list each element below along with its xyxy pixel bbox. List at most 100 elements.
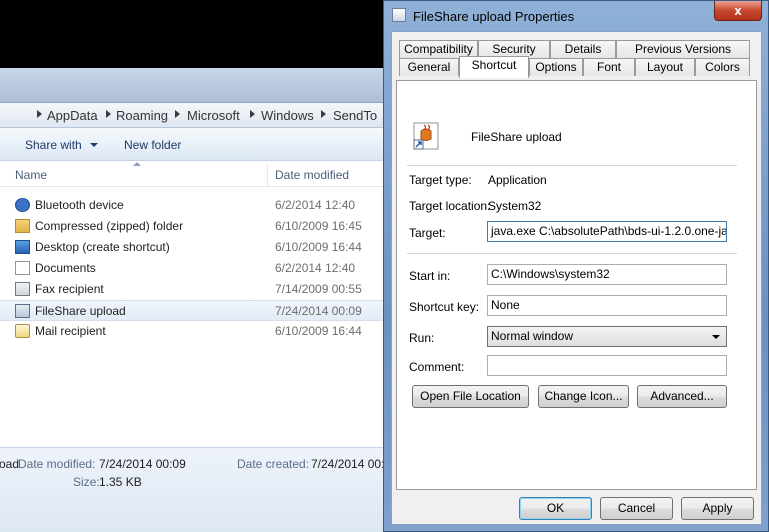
tab-details[interactable]: Details (550, 40, 616, 58)
breadcrumb-chevron-icon[interactable] (321, 110, 326, 118)
tab-general[interactable]: General (399, 58, 459, 76)
breadcrumb-sendto[interactable]: SendTo (333, 108, 377, 123)
column-header-name[interactable]: Name (15, 168, 47, 182)
file-date: 6/10/2009 16:44 (275, 324, 362, 338)
shortcut-name: FileShare upload (471, 130, 562, 144)
file-date: 7/14/2009 00:55 (275, 282, 362, 296)
apply-button[interactable]: Apply (681, 497, 754, 520)
file-date: 7/24/2014 00:09 (275, 304, 362, 318)
new-folder-button[interactable]: New folder (124, 138, 181, 152)
target-location-label: Target location: (409, 199, 491, 213)
details-type-fragment: oad (0, 457, 20, 471)
bluetooth-icon (15, 198, 30, 212)
target-type-label: Target type: (409, 173, 472, 187)
close-icon: x (734, 3, 742, 18)
sort-arrow-icon (133, 162, 141, 166)
comment-label: Comment: (409, 360, 465, 374)
command-bar: Share with New folder (0, 128, 395, 161)
tab-previous-versions[interactable]: Previous Versions (616, 40, 750, 58)
explorer-title-frame (0, 68, 395, 102)
dialog-body: Compatibility Security Details Previous … (391, 31, 762, 525)
target-label: Target: (409, 226, 446, 240)
fax-icon (15, 282, 30, 296)
file-name: FileShare upload (35, 304, 126, 318)
chevron-down-icon (90, 143, 99, 147)
run-label: Run: (409, 331, 435, 345)
breadcrumb-windows[interactable]: Windows (261, 108, 314, 123)
column-divider[interactable] (267, 164, 268, 186)
breadcrumb-chevron-icon[interactable] (250, 110, 255, 118)
ok-button[interactable]: OK (519, 497, 592, 520)
shortcut-icon (15, 304, 30, 318)
file-name: Documents (35, 261, 96, 275)
properties-dialog: FileShare upload Properties x Compatibil… (383, 0, 769, 532)
target-field[interactable]: java.exe C:\absolutePath\bds-ui-1.2.0.on… (487, 221, 727, 242)
details-size-label: Size: (73, 475, 100, 489)
file-row-bluetooth-device[interactable]: Bluetooth device 6/2/2014 12:40 (0, 195, 395, 216)
details-date-created-label: Date created: (237, 457, 310, 471)
details-date-modified-label: Date modified: (18, 457, 96, 471)
file-name: Compressed (zipped) folder (35, 219, 184, 233)
java-shortcut-icon (411, 121, 441, 151)
cancel-button[interactable]: Cancel (600, 497, 673, 520)
tab-options[interactable]: Options (529, 58, 583, 76)
change-icon-button[interactable]: Change Icon... (538, 385, 629, 408)
start-in-field[interactable]: C:\Windows\system32 (487, 264, 727, 285)
documents-icon (15, 261, 30, 275)
tab-font[interactable]: Font (583, 58, 635, 76)
start-in-label: Start in: (409, 269, 451, 283)
run-select-value: Normal window (491, 329, 574, 343)
mail-icon (15, 324, 30, 338)
dialog-title: FileShare upload Properties (413, 9, 575, 24)
separator (407, 253, 737, 254)
file-row-fax-recipient[interactable]: Fax recipient 7/14/2009 00:55 (0, 279, 395, 300)
separator (407, 165, 737, 166)
file-date: 6/2/2014 12:40 (275, 198, 356, 212)
tab-colors[interactable]: Colors (695, 58, 750, 76)
file-name: Desktop (create shortcut) (35, 240, 170, 254)
breadcrumb-roaming[interactable]: Roaming (116, 108, 168, 123)
shortcut-tab-panel: FileShare upload Target type: Applicatio… (396, 80, 757, 490)
comment-field[interactable] (487, 355, 727, 376)
details-date-modified-value: 7/24/2014 00:09 (99, 457, 186, 471)
file-name: Fax recipient (35, 282, 104, 296)
dialog-title-icon (392, 8, 406, 22)
address-bar[interactable]: AppData Roaming Microsoft Windows SendTo (0, 102, 395, 128)
run-select[interactable]: Normal window (487, 326, 727, 347)
target-type-value: Application (488, 173, 547, 187)
tab-layout[interactable]: Layout (635, 58, 695, 76)
breadcrumb-microsoft[interactable]: Microsoft (187, 108, 240, 123)
breadcrumb-chevron-icon[interactable] (175, 110, 180, 118)
chevron-down-icon (712, 335, 720, 339)
details-date-created-value: 7/24/2014 00: (311, 457, 385, 471)
file-row-mail-recipient[interactable]: Mail recipient 6/10/2009 16:44 (0, 321, 395, 342)
details-pane: oad Date modified: 7/24/2014 00:09 Date … (0, 447, 395, 532)
share-with-button[interactable]: Share with (25, 138, 99, 152)
close-button[interactable]: x (714, 1, 762, 21)
shortcut-key-field[interactable]: None (487, 295, 727, 316)
tab-shortcut[interactable]: Shortcut (459, 56, 529, 78)
file-row-documents[interactable]: Documents 6/2/2014 12:40 (0, 258, 395, 279)
column-header-date-modified[interactable]: Date modified (275, 168, 349, 182)
shortcut-key-label: Shortcut key: (409, 300, 480, 314)
breadcrumb-chevron-icon[interactable] (106, 110, 111, 118)
share-with-label: Share with (25, 138, 82, 152)
zip-folder-icon (15, 219, 30, 233)
open-file-location-button[interactable]: Open File Location (412, 385, 529, 408)
file-date: 6/2/2014 12:40 (275, 261, 356, 275)
explorer-window: AppData Roaming Microsoft Windows SendTo… (0, 68, 395, 532)
column-header-row: Name Date modified (0, 162, 395, 187)
target-location-value: System32 (488, 199, 542, 213)
desktop-icon (15, 240, 30, 254)
file-name: Mail recipient (35, 324, 106, 338)
details-size-value: 1.35 KB (99, 475, 142, 489)
breadcrumb-appdata[interactable]: AppData (47, 108, 98, 123)
file-name: Bluetooth device (35, 198, 124, 212)
file-date: 6/10/2009 16:44 (275, 240, 362, 254)
file-date: 6/10/2009 16:45 (275, 219, 362, 233)
advanced-button[interactable]: Advanced... (637, 385, 727, 408)
file-row-desktop[interactable]: Desktop (create shortcut) 6/10/2009 16:4… (0, 237, 395, 258)
file-row-fileshare-upload[interactable]: FileShare upload 7/24/2014 00:09 (0, 300, 395, 321)
file-row-compressed-folder[interactable]: Compressed (zipped) folder 6/10/2009 16:… (0, 216, 395, 237)
breadcrumb-chevron-icon[interactable] (37, 110, 42, 118)
